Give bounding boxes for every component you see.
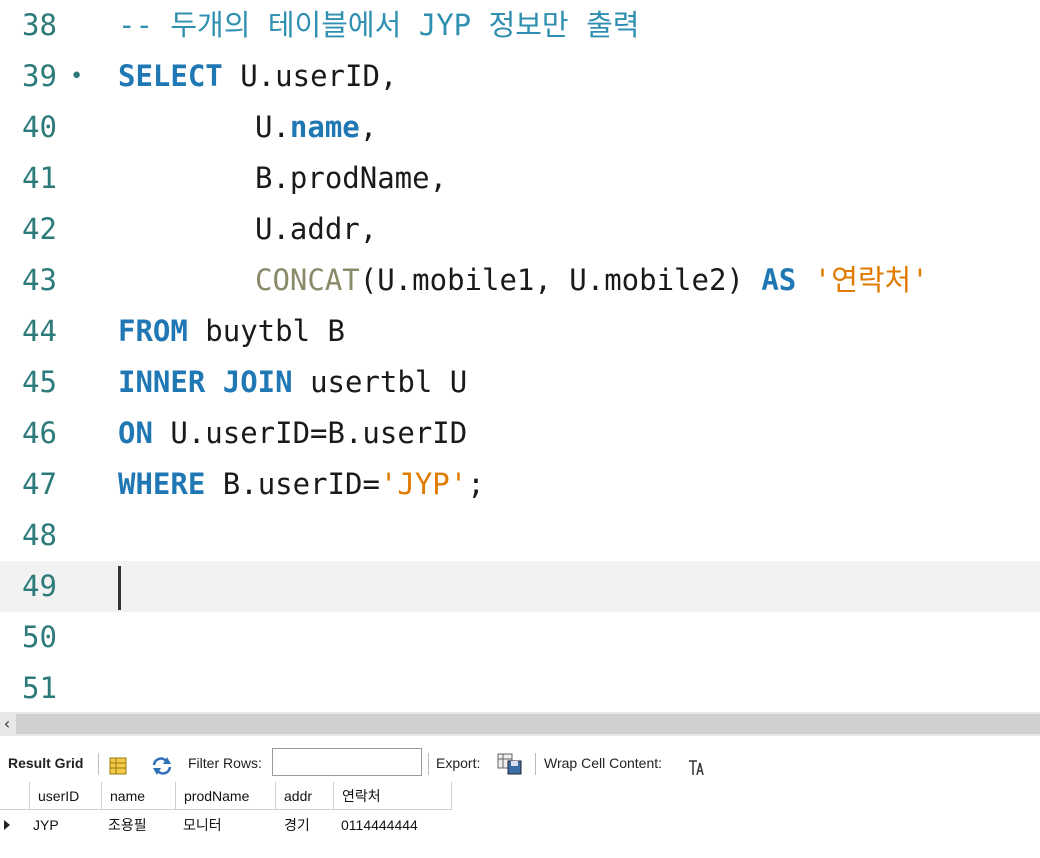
filter-rows-input[interactable] bbox=[272, 748, 422, 776]
line-number: 42 bbox=[22, 212, 57, 246]
keyword: AS bbox=[761, 263, 797, 297]
code-line-39[interactable]: 39 • SELECT U.userID, bbox=[0, 51, 1040, 102]
cell-contact[interactable]: 0114444444 bbox=[341, 811, 418, 839]
code-text: usertbl U bbox=[292, 365, 468, 399]
code-line-47[interactable]: 47 WHERE B.userID='JYP'; bbox=[0, 459, 1040, 510]
code-line-49-current[interactable]: 49 bbox=[0, 561, 1040, 612]
function-name: CONCAT bbox=[255, 263, 360, 297]
line-number: 40 bbox=[22, 110, 57, 144]
line-number: 51 bbox=[22, 671, 57, 705]
keyword: ON bbox=[118, 416, 153, 450]
row-header-corner bbox=[0, 782, 30, 810]
filter-rows-label: Filter Rows: bbox=[188, 755, 262, 771]
code-line-51[interactable]: 51 bbox=[0, 663, 1040, 712]
code-text: ; bbox=[467, 467, 485, 501]
scrollbar-thumb[interactable] bbox=[16, 714, 1040, 734]
line-number: 48 bbox=[22, 518, 57, 552]
column-header-name[interactable]: name bbox=[102, 782, 176, 810]
line-number: 41 bbox=[22, 161, 57, 195]
line-number: 39 bbox=[22, 59, 57, 93]
cell-addr[interactable]: 경기 bbox=[284, 811, 310, 839]
result-grid: userID name prodName addr 연락처 JYP 조용필 모니… bbox=[0, 782, 1040, 858]
scroll-left-arrow-icon[interactable]: ‹ bbox=[0, 712, 14, 736]
line-number: 50 bbox=[22, 620, 57, 654]
column-header-contact[interactable]: 연락처 bbox=[334, 782, 452, 810]
code-text: U. bbox=[255, 110, 290, 144]
cell-userid[interactable]: JYP bbox=[33, 811, 59, 839]
wrap-cell-content-label: Wrap Cell Content: bbox=[544, 755, 663, 771]
code-line-38[interactable]: 38 -- 두개의 테이블에서 JYP 정보만 출력 bbox=[0, 0, 1040, 51]
table-row[interactable]: JYP 조용필 모니터 경기 0114444444 bbox=[0, 811, 452, 839]
string-literal: '연락처' bbox=[813, 263, 929, 297]
code-line-43[interactable]: 43 CONCAT(U.mobile1, U.mobile2) AS '연락처' bbox=[0, 255, 1040, 306]
code-line-41[interactable]: 41 B.prodName, bbox=[0, 153, 1040, 204]
keyword: name bbox=[289, 110, 360, 144]
code-line-50[interactable]: 50 bbox=[0, 612, 1040, 663]
code-text: , bbox=[359, 110, 378, 144]
keyword: FROM bbox=[118, 314, 188, 348]
column-header-addr[interactable]: addr bbox=[276, 782, 334, 810]
line-number: 46 bbox=[22, 416, 57, 450]
code-line-48[interactable]: 48 bbox=[0, 510, 1040, 561]
keyword: SELECT bbox=[118, 59, 223, 93]
code-text: buytbl B bbox=[187, 314, 345, 348]
line-number: 38 bbox=[22, 8, 57, 42]
result-grid-tab[interactable]: Result Grid bbox=[8, 745, 83, 781]
sql-editor[interactable]: 38 -- 두개의 테이블에서 JYP 정보만 출력 39 • SELECT U… bbox=[0, 0, 1040, 712]
row-pointer-icon bbox=[2, 811, 22, 839]
line-number: 47 bbox=[22, 467, 57, 501]
cell-prodname[interactable]: 모니터 bbox=[183, 811, 222, 839]
keyword: INNER JOIN bbox=[118, 365, 293, 399]
cell-name[interactable]: 조용필 bbox=[108, 811, 147, 839]
divider bbox=[535, 753, 536, 775]
result-toolbar: Result Grid Filter Rows: Export: Wrap Ce… bbox=[0, 745, 1040, 781]
code-line-40[interactable]: 40 U.name, bbox=[0, 102, 1040, 153]
column-header-prodname[interactable]: prodName bbox=[176, 782, 276, 810]
export-label: Export: bbox=[436, 755, 481, 771]
code-text: (U.mobile1, U.mobile2) bbox=[359, 263, 762, 297]
line-number: 43 bbox=[22, 263, 57, 297]
code-text: U.addr, bbox=[255, 212, 378, 246]
keyword: WHERE bbox=[118, 467, 206, 501]
code-text: B.prodName, bbox=[255, 161, 448, 195]
code-line-44[interactable]: 44 FROM buytbl B bbox=[0, 306, 1040, 357]
line-number: 44 bbox=[22, 314, 57, 348]
code-text: U.userID=B.userID bbox=[152, 416, 468, 450]
divider bbox=[98, 753, 99, 775]
code-text: B.userID= bbox=[205, 467, 380, 501]
export-icon[interactable] bbox=[497, 752, 523, 775]
text-caret bbox=[118, 566, 121, 610]
string-literal: 'JYP' bbox=[379, 467, 468, 501]
sql-comment: -- 두개의 테이블에서 JYP 정보만 출력 bbox=[118, 8, 640, 42]
line-number: 49 bbox=[22, 569, 57, 603]
grid-header-row: userID name prodName addr 연락처 bbox=[0, 782, 452, 810]
wrap-icon[interactable] bbox=[688, 754, 706, 776]
horizontal-scrollbar[interactable]: ‹ bbox=[0, 712, 1040, 736]
column-header-userid[interactable]: userID bbox=[30, 782, 102, 810]
line-number: 45 bbox=[22, 365, 57, 399]
code-line-42[interactable]: 42 U.addr, bbox=[0, 204, 1040, 255]
divider bbox=[428, 753, 429, 775]
grid-icon[interactable] bbox=[108, 753, 128, 775]
fold-marker-icon[interactable]: • bbox=[70, 51, 83, 102]
refresh-icon[interactable] bbox=[150, 753, 174, 775]
code-text: U.userID, bbox=[222, 59, 398, 93]
code-line-45[interactable]: 45 INNER JOIN usertbl U bbox=[0, 357, 1040, 408]
code-line-46[interactable]: 46 ON U.userID=B.userID bbox=[0, 408, 1040, 459]
